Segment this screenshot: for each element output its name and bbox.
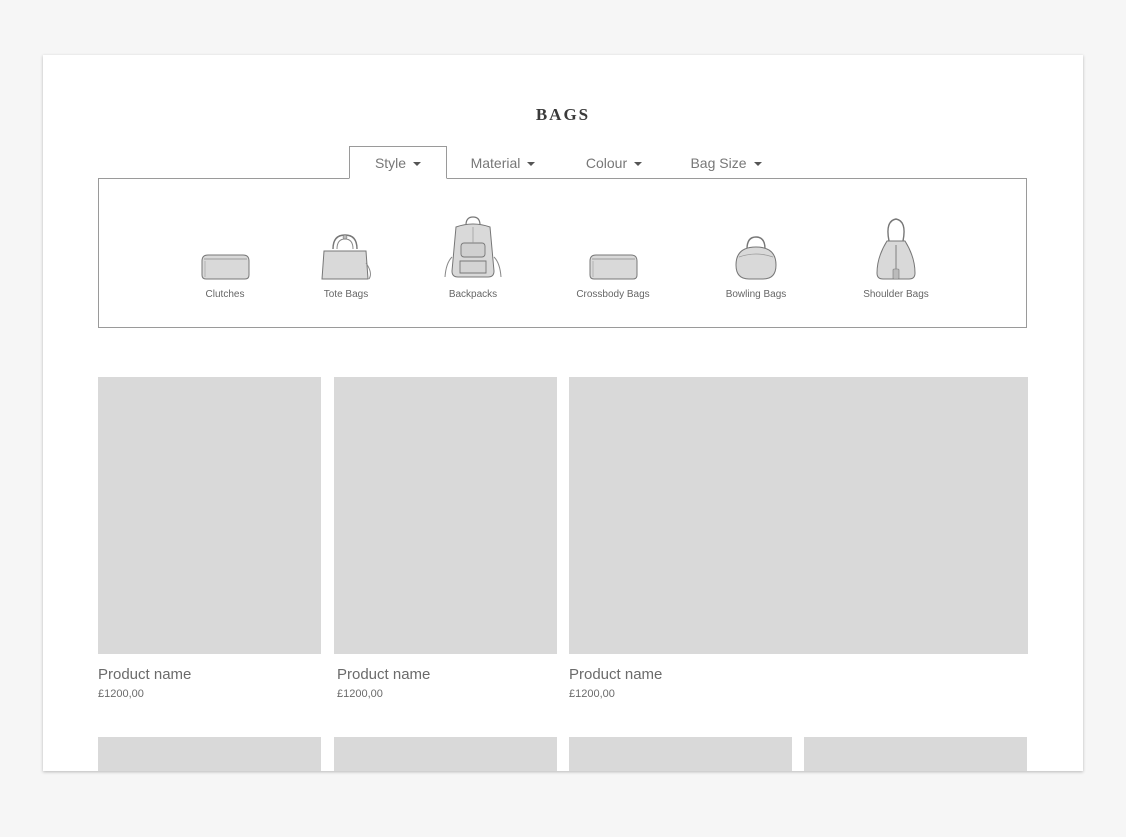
style-option-bowling-bags[interactable]: Bowling Bags	[701, 213, 811, 308]
style-option-label: Bowling Bags	[725, 289, 787, 300]
product-image[interactable]	[334, 737, 557, 771]
caret-down-icon	[634, 161, 643, 166]
product-image[interactable]	[569, 737, 792, 771]
page-title: BAGS	[535, 105, 591, 124]
product-price: £1200,00	[569, 688, 615, 700]
style-option-crossbody-bags[interactable]: Crossbody Bags	[558, 213, 668, 308]
tab-bag-size-label: Bag Size	[690, 154, 747, 171]
caret-down-icon	[413, 161, 422, 166]
backpack-icon	[444, 216, 502, 278]
tab-style[interactable]: Style	[349, 146, 447, 179]
product-image[interactable]	[804, 737, 1027, 771]
product-price: £1200,00	[98, 688, 144, 700]
product-price: £1200,00	[337, 688, 383, 700]
crossbody-bag-icon	[589, 254, 638, 280]
product-image	[334, 377, 557, 654]
product-card[interactable]: Product name £1200,00	[334, 377, 557, 700]
clutch-icon	[201, 254, 250, 280]
style-option-tote-bags[interactable]: Tote Bags	[291, 213, 401, 308]
product-image	[569, 377, 1028, 654]
product-card-featured[interactable]: Product name £1200,00	[569, 377, 1028, 700]
tab-colour[interactable]: Colour	[578, 147, 650, 178]
tab-bag-size[interactable]: Bag Size	[684, 147, 768, 178]
tab-colour-label: Colour	[585, 154, 628, 171]
tab-material-label: Material	[470, 154, 521, 171]
style-option-label: Tote Bags	[323, 289, 369, 300]
caret-down-icon	[527, 161, 536, 166]
tab-material[interactable]: Material	[463, 147, 543, 178]
tote-bag-icon	[321, 234, 371, 280]
style-option-label: Clutches	[205, 289, 245, 300]
style-option-label: Crossbody Bags	[576, 289, 650, 300]
style-option-label: Shoulder Bags	[863, 289, 929, 300]
style-option-backpacks[interactable]: Backpacks	[418, 213, 528, 308]
product-image	[98, 377, 321, 654]
style-filter-panel: Clutches Tote Bags Backpacks Crossbody B…	[98, 178, 1027, 328]
style-option-clutches[interactable]: Clutches	[170, 213, 280, 308]
product-card[interactable]: Product name £1200,00	[98, 377, 321, 700]
caret-down-icon	[753, 161, 762, 166]
product-image[interactable]	[98, 737, 321, 771]
product-name: Product name	[569, 666, 663, 683]
bowling-bag-icon	[735, 236, 777, 280]
style-option-label: Backpacks	[448, 289, 498, 300]
product-name: Product name	[337, 666, 431, 683]
style-option-shoulder-bags[interactable]: Shoulder Bags	[841, 213, 951, 308]
page-card: BAGS Style Material Colour Bag Size Clut…	[43, 55, 1083, 771]
product-name: Product name	[98, 666, 192, 683]
tab-style-label: Style	[374, 154, 407, 171]
shoulder-bag-icon	[876, 218, 916, 280]
